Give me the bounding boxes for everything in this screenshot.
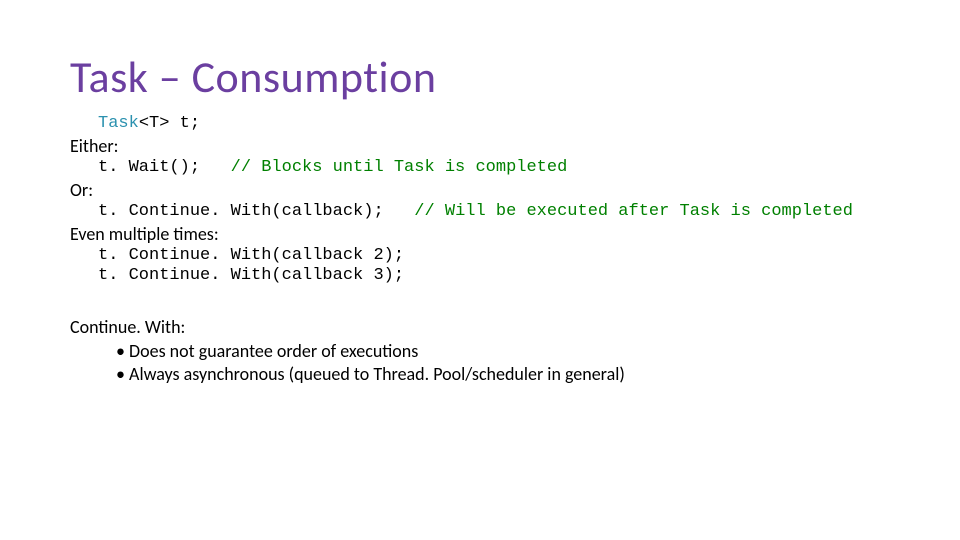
code-cw1-comment: // Will be executed after Task is comple… (414, 202, 853, 221)
code-cw1-call: t. Continue. With(callback); (98, 202, 414, 221)
label-or: Or: (70, 180, 890, 202)
bullet-list: Does not guarantee order of executions A… (116, 340, 890, 385)
label-continuewith-heading: Continue. With: (70, 317, 890, 339)
slide: Task – Consumption Task<T> t; Either: t.… (0, 0, 960, 540)
code-type: Task (98, 114, 139, 133)
bullet-item-2: Always asynchronous (queued to Thread. P… (116, 363, 890, 386)
label-multiple: Even multiple times: (70, 224, 890, 246)
bullet-item-1: Does not guarantee order of executions (116, 340, 890, 363)
code-continuewith-2: t. Continue. With(callback 2); (98, 246, 890, 266)
code-declaration: Task<T> t; (98, 114, 890, 134)
code-generic: <T> (139, 114, 170, 133)
label-either: Either: (70, 136, 890, 158)
code-wait: t. Wait(); // Blocks until Task is compl… (98, 158, 890, 178)
code-continuewith-3: t. Continue. With(callback 3); (98, 266, 890, 286)
slide-title: Task – Consumption (70, 50, 890, 104)
code-continuewith-1: t. Continue. With(callback); // Will be … (98, 202, 890, 222)
code-wait-call: t. Wait(); (98, 158, 231, 177)
slide-body: Task<T> t; Either: t. Wait(); // Blocks … (70, 114, 890, 385)
code-var: t; (169, 114, 200, 133)
code-wait-comment: // Blocks until Task is completed (231, 158, 568, 177)
section-continuewith: Continue. With: Does not guarantee order… (70, 317, 890, 386)
